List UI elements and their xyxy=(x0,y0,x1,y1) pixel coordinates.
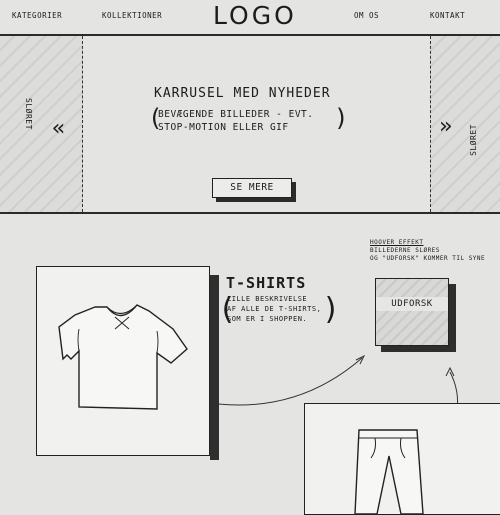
pants-icon xyxy=(354,429,424,515)
pants-card[interactable] xyxy=(304,403,500,515)
